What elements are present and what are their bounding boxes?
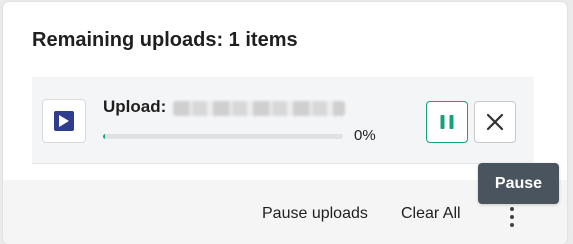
video-file-icon: [42, 99, 86, 143]
upload-label: Upload:: [103, 97, 167, 116]
uploads-panel: Remaining uploads: 1 items Upload: 0% Pa…: [3, 2, 567, 244]
pause-tooltip: Pause: [478, 163, 559, 204]
clear-all-button[interactable]: Clear All: [401, 205, 461, 223]
panel-title: Remaining uploads: 1 items: [32, 29, 298, 51]
upload-progress-bar: [103, 134, 343, 139]
cancel-upload-button[interactable]: [474, 101, 516, 143]
more-vertical-icon: [510, 207, 514, 227]
redacted-filename: [173, 101, 345, 116]
progress-percent: 0%: [354, 127, 376, 144]
pause-uploads-button[interactable]: Pause uploads: [262, 205, 368, 223]
pause-upload-button[interactable]: [426, 101, 468, 143]
upload-item: Upload: 0%: [32, 77, 534, 164]
progress-fill: [103, 134, 105, 139]
pause-icon: [440, 115, 454, 129]
close-icon: [486, 113, 504, 131]
more-options-button[interactable]: [503, 200, 521, 236]
